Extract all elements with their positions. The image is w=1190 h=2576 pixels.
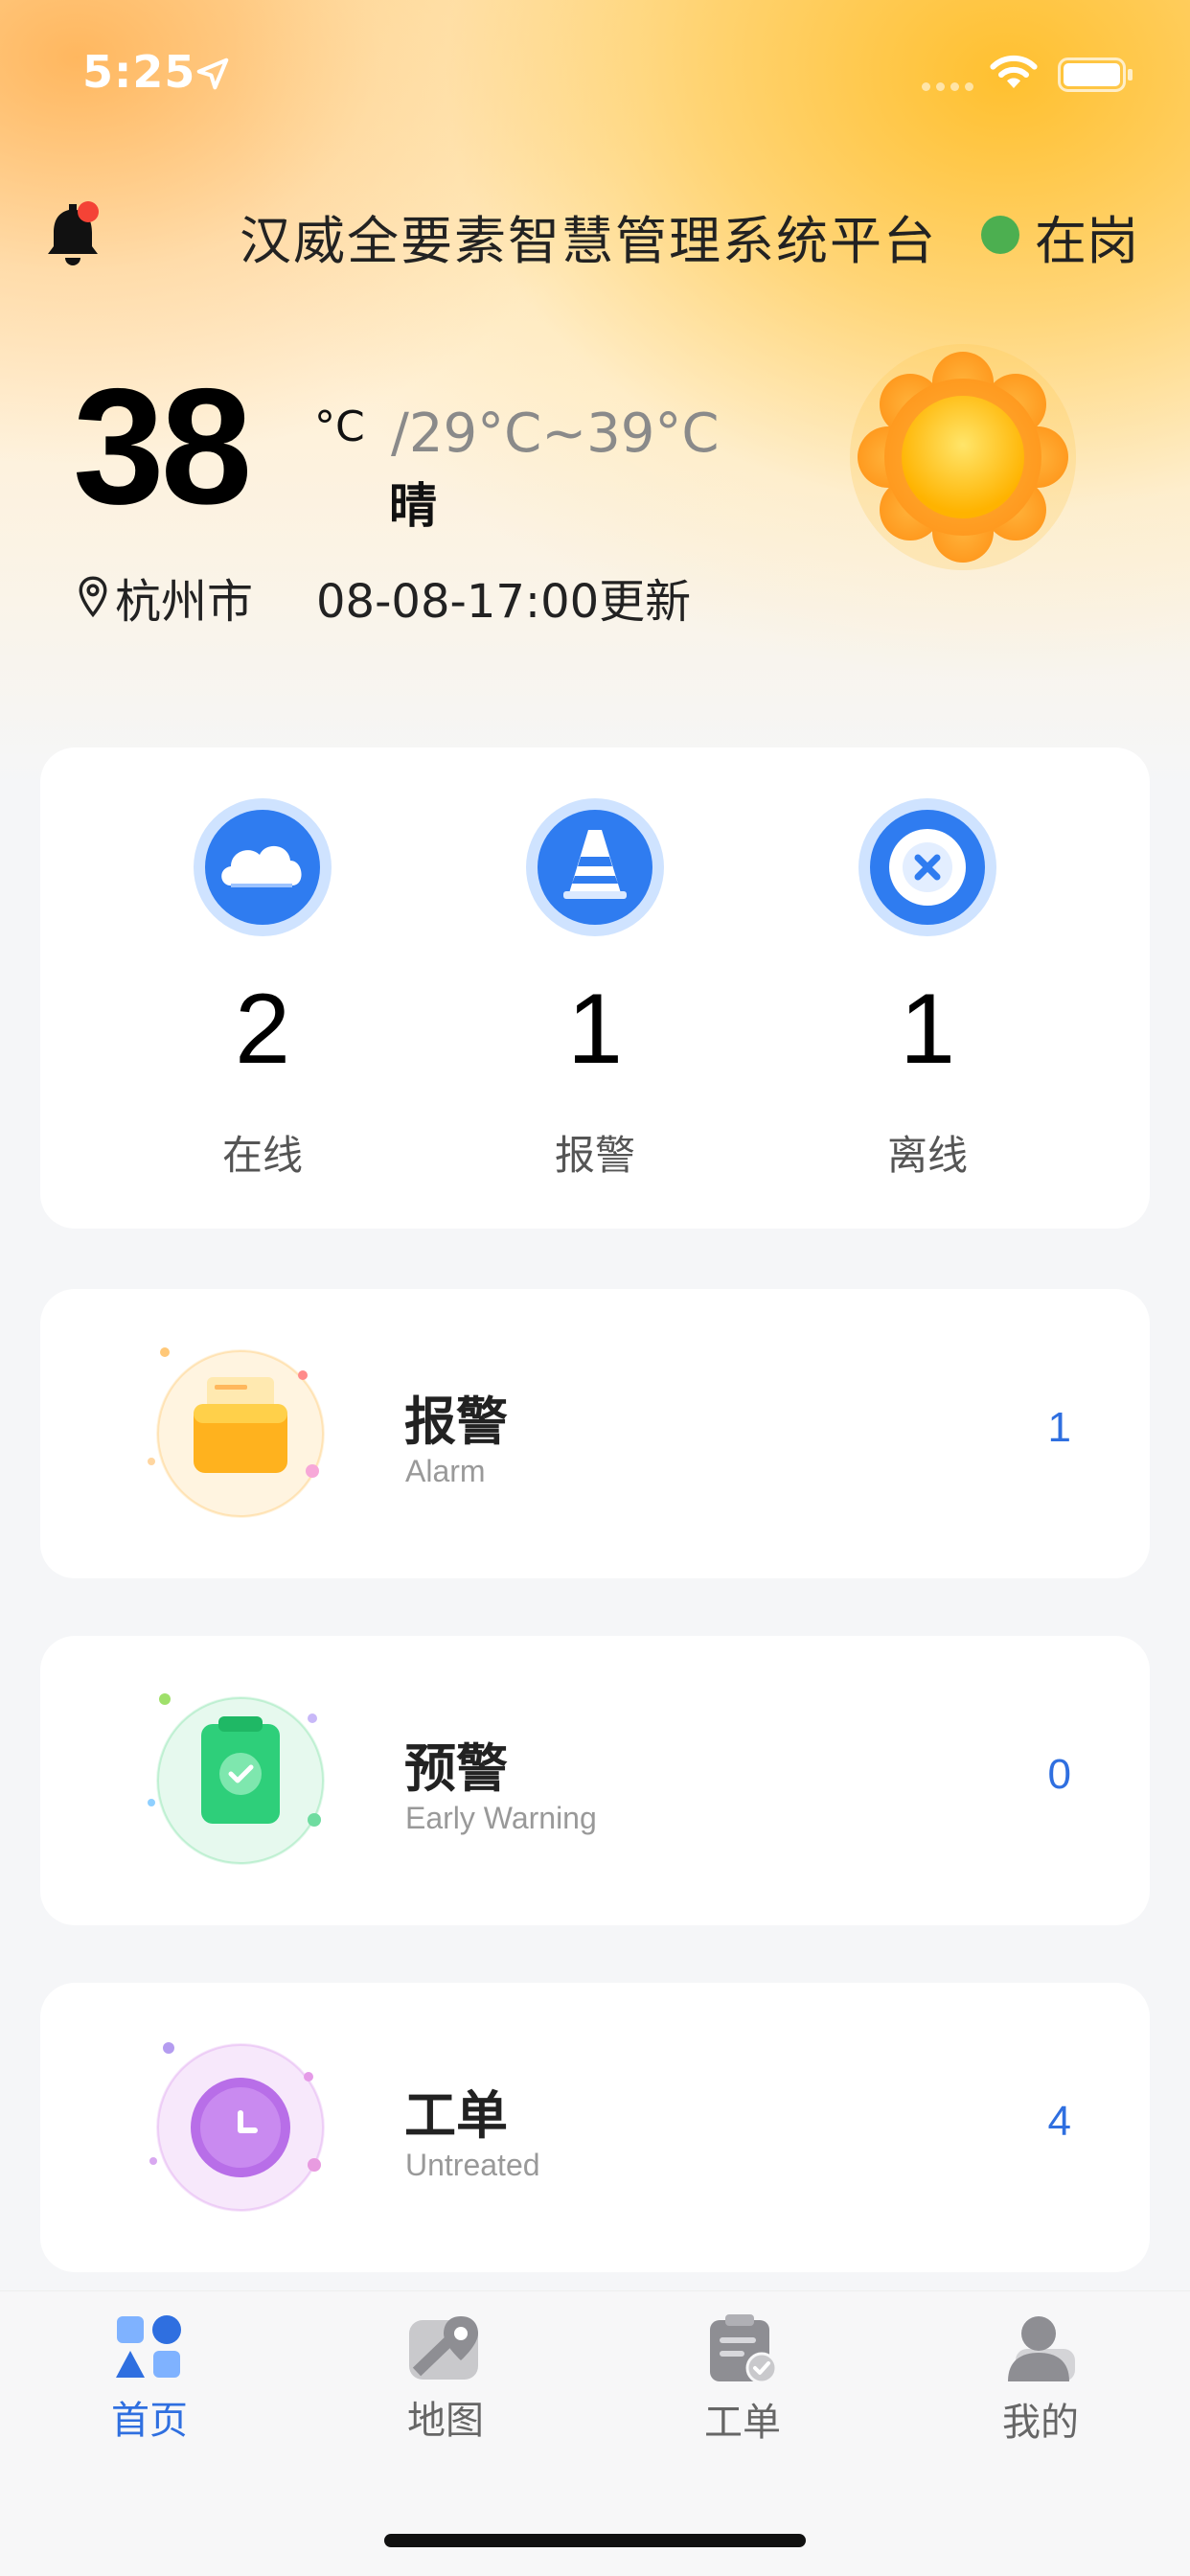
clipboard-check-icon [148,1693,325,1865]
stat-label: 报警 [554,1132,635,1179]
card-title: 工单 [404,2085,508,2146]
weather-panel: 38 °C /29°C~39°C 晴 杭州市 08-08-17:00更新 [0,344,1190,652]
card-count: 4 [1047,2098,1071,2145]
alarm-card[interactable]: 报警 Alarm 1 [40,1289,1150,1578]
stat-label: 在线 [221,1132,303,1179]
tab-label: 首页 [111,2399,188,2443]
stat-offline[interactable]: 1 离线 [774,797,1081,1182]
duty-status-dot [981,216,1019,254]
tab-label: 工单 [704,2401,781,2445]
cloud-icon [194,798,332,936]
card-title: 预警 [404,1738,508,1799]
temperature-range: /29°C~39°C [391,402,720,465]
card-count: 1 [1047,1404,1071,1451]
card-subtitle: Early Warning [405,1801,597,1835]
temperature-unit: °C [314,402,365,451]
work-order-card[interactable]: 工单 Untreated 4 [40,1983,1150,2272]
card-count: 0 [1047,1751,1071,1798]
location-row: 杭州市 08-08-17:00更新 [77,564,691,631]
stat-online[interactable]: 2 在线 [109,797,416,1182]
early-warning-card[interactable]: 预警 Early Warning 0 [40,1636,1150,1925]
tab-label: 我的 [1002,2401,1079,2445]
close-circle-icon [858,798,996,936]
update-time: 08-08-17:00更新 [316,575,692,629]
user-icon [1008,2316,1075,2381]
notification-badge [78,201,99,222]
tab-label: 地图 [407,2399,484,2443]
status-time: 5:25 [82,46,196,98]
stat-value: 2 [235,974,290,1085]
home-indicator [384,2534,806,2547]
home-grid-icon [116,2315,181,2378]
location-pin-icon [79,576,107,618]
alarm-box-icon [148,1347,325,1518]
sun-icon [850,344,1076,570]
stat-value: 1 [900,974,955,1085]
stat-value: 1 [567,974,623,1085]
tab-profile[interactable]: 我的 [945,2314,1136,2447]
map-pin-icon [409,2316,478,2380]
card-subtitle: Untreated [405,2148,540,2182]
status-bar: 5:25 [0,0,1190,144]
weather-condition: 晴 [389,478,437,534]
city-name: 杭州市 [115,575,254,629]
card-title: 报警 [404,1392,508,1452]
card-subtitle: Alarm [405,1454,486,1488]
app-header: 汉威全要素智慧管理系统平台 在岗 [0,187,1190,273]
wifi-icon [990,55,1038,88]
clock-icon [149,2042,325,2212]
app-title: 汉威全要素智慧管理系统平台 [240,211,937,271]
traffic-cone-icon [526,798,664,936]
temperature: 38 [73,355,252,539]
location-arrow-icon [196,58,229,90]
stat-label: 离线 [886,1132,968,1179]
battery-icon [1058,58,1133,92]
work-order-icon [710,2314,778,2383]
tab-map[interactable]: 地图 [350,2314,541,2445]
device-stats-card: 2 在线 1 报警 1 离线 [40,748,1150,1229]
bell-icon[interactable] [42,198,103,267]
tab-home[interactable]: 首页 [54,2314,245,2445]
cellular-signal-icon [922,82,973,91]
tab-work-order[interactable]: 工单 [647,2314,838,2447]
duty-status[interactable]: 在岗 [1035,198,1138,274]
stat-alarm[interactable]: 1 报警 [442,797,748,1182]
